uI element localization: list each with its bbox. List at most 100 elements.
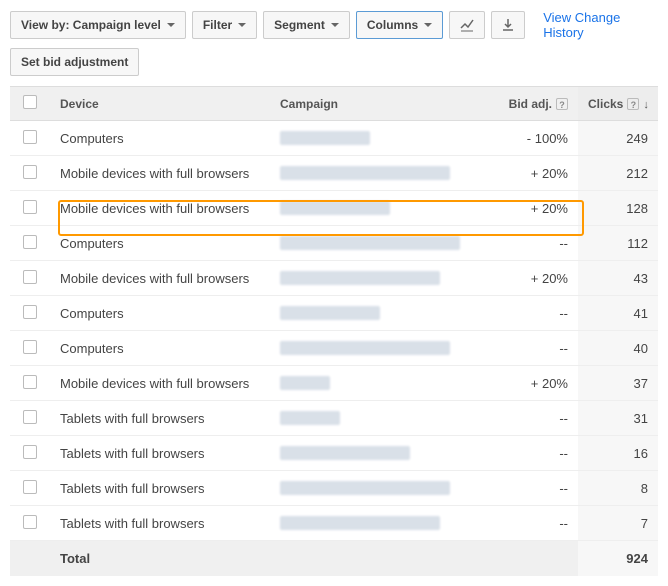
cell-clicks: 128 (578, 191, 658, 226)
segment-label: Segment (274, 18, 325, 32)
caret-down-icon (167, 23, 175, 27)
cell-campaign (270, 296, 478, 331)
cell-device: Computers (50, 296, 270, 331)
row-checkbox[interactable] (23, 130, 37, 144)
cell-bid-adj[interactable]: -- (478, 401, 578, 436)
cell-bid-adj[interactable]: + 20% (478, 191, 578, 226)
view-by-dropdown[interactable]: View by: Campaign level (10, 11, 186, 39)
cell-clicks: 212 (578, 156, 658, 191)
cell-campaign (270, 226, 478, 261)
header-bid-adj[interactable]: Bid adj.? (478, 87, 578, 121)
cell-device: Tablets with full browsers (50, 506, 270, 541)
cell-campaign (270, 401, 478, 436)
header-clicks[interactable]: Clicks?↓ (578, 87, 658, 121)
row-checkbox[interactable] (23, 235, 37, 249)
caret-down-icon (331, 23, 339, 27)
cell-clicks: 43 (578, 261, 658, 296)
row-checkbox[interactable] (23, 410, 37, 424)
cell-clicks: 40 (578, 331, 658, 366)
header-campaign[interactable]: Campaign (270, 87, 478, 121)
cell-campaign (270, 331, 478, 366)
row-checkbox[interactable] (23, 165, 37, 179)
cell-bid-adj[interactable]: -- (478, 506, 578, 541)
cell-campaign (270, 366, 478, 401)
caret-down-icon (238, 23, 246, 27)
table-row: Tablets with full browsers --16 (10, 436, 658, 471)
segment-dropdown[interactable]: Segment (263, 11, 350, 39)
table-row: Mobile devices with full browsers+ 20%37 (10, 366, 658, 401)
row-checkbox[interactable] (23, 340, 37, 354)
select-all-checkbox[interactable] (23, 95, 37, 109)
sort-desc-icon: ↓ (643, 99, 649, 111)
cell-campaign (270, 506, 478, 541)
table-row: Computers --40 (10, 331, 658, 366)
cell-device: Tablets with full browsers (50, 471, 270, 506)
help-icon[interactable]: ? (627, 98, 639, 110)
set-bid-adjustment-button[interactable]: Set bid adjustment (10, 48, 139, 76)
cell-clicks: 31 (578, 401, 658, 436)
row-checkbox[interactable] (23, 445, 37, 459)
columns-label: Columns (367, 18, 418, 32)
set-bid-label: Set bid adjustment (21, 55, 128, 69)
cell-device: Computers (50, 331, 270, 366)
cell-device: Mobile devices with full browsers (50, 191, 270, 226)
cell-campaign (270, 121, 478, 156)
cell-campaign (270, 471, 478, 506)
cell-device: Computers (50, 121, 270, 156)
filter-dropdown[interactable]: Filter (192, 11, 257, 39)
cell-device: Mobile devices with full browsers (50, 261, 270, 296)
row-checkbox[interactable] (23, 515, 37, 529)
view-history-link[interactable]: View Change History (543, 10, 658, 40)
cell-device: Tablets with full browsers (50, 436, 270, 471)
table-row: Tablets with full browsers --31 (10, 401, 658, 436)
cell-bid-adj[interactable]: - 100% (478, 121, 578, 156)
footer-total-clicks: 924 (578, 541, 658, 577)
chart-icon (460, 18, 474, 32)
table-row: Mobile devices with full browsers + 20%43 (10, 261, 658, 296)
cell-device: Mobile devices with full browsers (50, 366, 270, 401)
cell-bid-adj[interactable]: + 20% (478, 156, 578, 191)
footer-total-label: Total (50, 541, 270, 577)
table-row: Tablets with full browsers --8 (10, 471, 658, 506)
cell-bid-adj[interactable]: + 20% (478, 366, 578, 401)
cell-bid-adj[interactable]: + 20% (478, 261, 578, 296)
chart-button[interactable] (449, 11, 485, 39)
cell-bid-adj[interactable]: -- (478, 226, 578, 261)
cell-campaign (270, 156, 478, 191)
cell-clicks: 16 (578, 436, 658, 471)
cell-bid-adj[interactable]: -- (478, 471, 578, 506)
row-checkbox[interactable] (23, 270, 37, 284)
cell-clicks: 41 (578, 296, 658, 331)
cell-clicks: 8 (578, 471, 658, 506)
cell-bid-adj[interactable]: -- (478, 331, 578, 366)
table-row: Computers--112 (10, 226, 658, 261)
columns-dropdown[interactable]: Columns (356, 11, 443, 39)
download-icon (502, 18, 514, 32)
cell-device: Computers (50, 226, 270, 261)
table-row: Mobile devices with full browsers + 20%21… (10, 156, 658, 191)
caret-down-icon (424, 23, 432, 27)
data-table: Device Campaign Bid adj.? Clicks?↓ Compu… (10, 86, 658, 576)
row-checkbox[interactable] (23, 480, 37, 494)
table-row: Computers - 100%249 (10, 121, 658, 156)
cell-device: Tablets with full browsers (50, 401, 270, 436)
cell-clicks: 249 (578, 121, 658, 156)
table-row: Mobile devices with full browsers + 20%12… (10, 191, 658, 226)
row-checkbox[interactable] (23, 200, 37, 214)
cell-clicks: 7 (578, 506, 658, 541)
row-checkbox[interactable] (23, 305, 37, 319)
view-by-label: View by: Campaign level (21, 18, 161, 32)
filter-label: Filter (203, 18, 232, 32)
table-row: Computers --41 (10, 296, 658, 331)
cell-bid-adj[interactable]: -- (478, 436, 578, 471)
row-checkbox[interactable] (23, 375, 37, 389)
header-device[interactable]: Device (50, 87, 270, 121)
download-button[interactable] (491, 11, 525, 39)
cell-campaign (270, 261, 478, 296)
help-icon[interactable]: ? (556, 98, 568, 110)
cell-campaign (270, 436, 478, 471)
table-row: Tablets with full browsers --7 (10, 506, 658, 541)
cell-device: Mobile devices with full browsers (50, 156, 270, 191)
cell-bid-adj[interactable]: -- (478, 296, 578, 331)
cell-campaign (270, 191, 478, 226)
